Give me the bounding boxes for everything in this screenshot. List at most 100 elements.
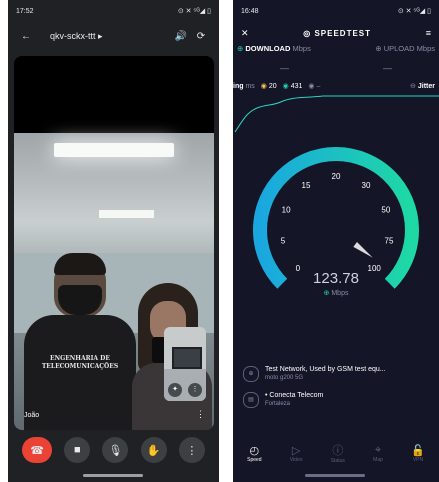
idle-ping-value: 20 (268, 83, 277, 90)
nav-label: Video (289, 456, 303, 463)
effects-icon[interactable]: ✦ (168, 383, 182, 397)
upload-value: — (383, 63, 392, 73)
ceiling-light (54, 143, 174, 157)
play-icon: ▷ (291, 444, 301, 457)
gauge-ticks: 05101520305075100 (281, 172, 394, 273)
person-left: ENGENHARIA DE TELECOMUNICAÇÕES (24, 253, 136, 430)
upload-ping-icon: ◉ (308, 83, 315, 90)
gauge-tick-label: 20 (332, 172, 341, 181)
switch-camera-icon[interactable]: ⟳ (191, 31, 211, 42)
laptop (172, 347, 202, 369)
download-value: — (280, 63, 289, 73)
download-label-group: ⊕ DOWNLOAD Mbps (237, 44, 311, 53)
nav-label: Speed (247, 456, 262, 463)
more-vert-icon: ⋮ (186, 444, 198, 457)
mic-button[interactable]: 🎙 (102, 437, 129, 463)
ceiling-light (99, 210, 154, 218)
idle-icon: ◉ (260, 83, 267, 90)
speed-graph-line (234, 95, 439, 133)
device-name: moto g200 5G (265, 375, 304, 381)
status-icons: ⊙ ✕ ⁵ᴳ◢ ▯ (397, 8, 431, 15)
self-view-pip[interactable]: ✦ ⋮ (164, 327, 206, 401)
provider-info[interactable]: ▤ • Conecta Telecom Fortaleza (243, 392, 433, 408)
camera-button[interactable]: ■ (64, 437, 91, 463)
gauge-needle (353, 242, 373, 258)
download-ping: ◉ 431 (283, 82, 303, 90)
bottom-nav: ◴ Speed ▷ Video ⓘ Status ⌖ Map 🔓 VPN (233, 438, 439, 468)
status-bar: 16:48 ⊙ ✕ ⁵ᴳ◢ ▯ (233, 0, 439, 22)
speaker-icon[interactable]: 🔊 (171, 31, 191, 42)
download-icon: ⊕ (237, 44, 244, 53)
nav-label: Status (330, 458, 345, 464)
nav-vpn[interactable]: 🔓 VPN (411, 444, 425, 463)
speed-unit: ⊕ Mbps (233, 289, 439, 297)
meeting-title[interactable]: qkv-sckx-ttt ▸ (50, 31, 171, 42)
gauge-tick-label: 15 (302, 181, 311, 190)
speedtest-header: ✕ ◎ SPEEDTEST ≡ (233, 22, 439, 44)
status-time: 16:48 (241, 7, 259, 15)
download-ping-icon: ◉ (282, 83, 289, 90)
participant-name: João (24, 412, 40, 419)
end-call-button[interactable]: ☎ (22, 437, 53, 463)
ping-row: ing ms ◉ 20 ◉ 431 ◉ – ⊖ Jitter (233, 80, 439, 92)
nav-speed[interactable]: ◴ Speed (247, 444, 261, 463)
upload-unit: Mbps (416, 44, 435, 53)
idle-ping: ◉ 20 (261, 82, 277, 90)
download-ping-value: 431 (290, 83, 303, 90)
app-name: SPEEDTEST (314, 28, 372, 38)
call-controls: ☎ ■ 🎙 ✋ ⋮ (8, 430, 219, 470)
more-vert-icon[interactable]: ⋮ (188, 383, 202, 397)
back-arrow-icon[interactable]: ← (16, 31, 36, 42)
result-values: — — (233, 53, 439, 73)
raise-hand-button[interactable]: ✋ (140, 437, 167, 463)
speed-readout: 123.78 (313, 270, 359, 287)
shirt-text: ENGENHARIA DE TELECOMUNICAÇÕES (41, 355, 119, 370)
nav-map[interactable]: ⌖ Map (373, 444, 383, 463)
ping-label-text: ing (233, 82, 244, 90)
download-unit: Mbps (292, 44, 311, 53)
upload-icon: ⊕ (375, 44, 382, 53)
jitter-label: Jitter (417, 83, 435, 90)
upload-label: UPLOAD (383, 44, 415, 53)
meeting-code: qkv-sckx-ttt (50, 30, 96, 41)
meet-call-screen: 17:52 ⊙ ✕ ⁵ᴳ◢ ▯ ← qkv-sckx-ttt ▸ 🔊 ⟳ ENG… (8, 0, 219, 482)
shirt: ENGENHARIA DE TELECOMUNICAÇÕES (24, 315, 136, 430)
upload-ping: ◉ – (308, 82, 320, 90)
status-bar: 17:52 ⊙ ✕ ⁵ᴳ◢ ▯ (8, 0, 219, 22)
menu-icon[interactable]: ≡ (426, 28, 431, 38)
gauge-tick-label: 5 (281, 237, 286, 246)
server-name: Test Network, Used by GSM test equ... (265, 366, 386, 373)
home-indicator[interactable] (83, 474, 143, 477)
server-icon: ▤ (243, 392, 259, 408)
video-stage: ENGENHARIA DE TELECOMUNICAÇÕES ✦ ⋮ João … (14, 56, 214, 430)
alert-icon: ⓘ (332, 445, 344, 457)
status-icons: ⊙ ✕ ⁵ᴳ◢ ▯ (177, 8, 211, 15)
speedtest-logo-icon: ◎ (303, 28, 315, 38)
provider-name: Conecta Telecom (269, 392, 324, 399)
gauge-tick-label: 50 (381, 205, 390, 214)
nav-video[interactable]: ▷ Video (290, 444, 303, 463)
jitter: ⊖ Jitter (410, 82, 439, 90)
provider-city: Fortaleza (265, 401, 291, 407)
more-options-button[interactable]: ⋮ (178, 437, 205, 463)
close-icon[interactable]: ✕ (241, 28, 249, 39)
app-logo: ◎ SPEEDTEST (249, 29, 426, 38)
gauge-tick-label: 75 (385, 237, 394, 246)
more-vert-icon[interactable]: ⋮ (196, 409, 205, 420)
meeting-header: ← qkv-sckx-ttt ▸ 🔊 ⟳ (8, 22, 219, 50)
speedometer-icon: ◴ (249, 444, 260, 457)
phone-hangup-icon: ☎ (30, 444, 44, 457)
home-indicator[interactable] (305, 474, 365, 477)
nav-status[interactable]: ⓘ Status (331, 442, 345, 464)
jitter-icon: ⊖ (410, 83, 416, 90)
server-info[interactable]: ⊕ Test Network, Used by GSM test equ... … (243, 366, 433, 382)
speedtest-screen: 16:48 ⊙ ✕ ⁵ᴳ◢ ▯ ✕ ◎ SPEEDTEST ≡ ⊕ DOWNLO… (233, 0, 439, 482)
upload-label-group: ⊕ UPLOAD Mbps (375, 44, 435, 53)
hair (54, 253, 106, 275)
gauge-tick-label: 10 (282, 205, 291, 214)
download-label: DOWNLOAD (245, 44, 291, 53)
download-upload-labels: ⊕ DOWNLOAD Mbps ⊕ UPLOAD Mbps (233, 44, 439, 53)
chevron-right-icon: ▸ (98, 30, 103, 41)
download-icon: ⊕ (323, 290, 330, 297)
gauge-tick-label: 30 (362, 181, 371, 190)
